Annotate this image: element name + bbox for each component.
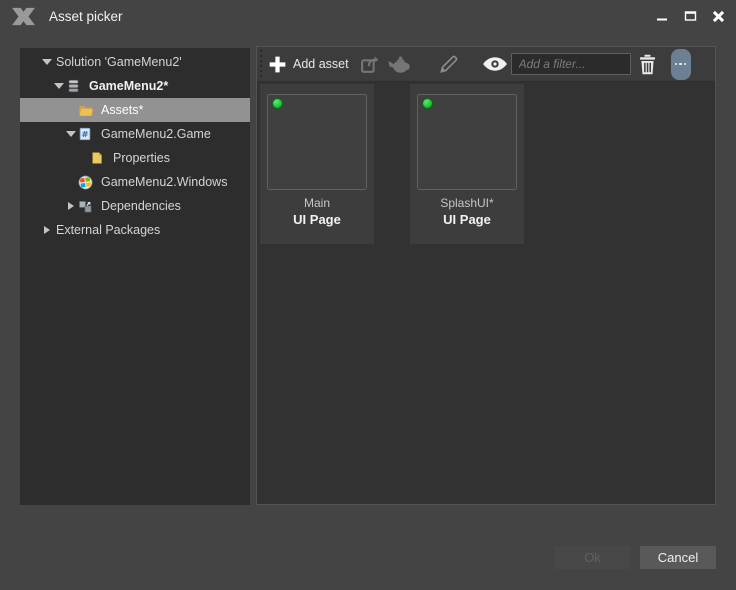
tree-item-label: Solution 'GameMenu2' [54, 55, 182, 69]
tree-item-solution[interactable]: Solution 'GameMenu2' [20, 50, 250, 74]
expander-down-icon[interactable] [64, 127, 78, 141]
teapot-icon[interactable] [387, 55, 413, 74]
tree-item-gamemenu2-package[interactable]: GameMenu2* [20, 74, 250, 98]
tree-item-properties[interactable]: Properties [20, 146, 250, 170]
asset-name: Main [260, 196, 374, 210]
ok-button[interactable]: Ok [555, 546, 630, 569]
expander-right-icon[interactable] [64, 199, 78, 213]
plus-icon [268, 55, 287, 74]
asset-view-panel: Add asset [256, 46, 716, 505]
minimize-button[interactable] [648, 2, 676, 30]
tree-item-dependencies[interactable]: Dependencies [20, 194, 250, 218]
svg-text:#: # [82, 129, 89, 139]
tree-item-external-packages[interactable]: External Packages [20, 218, 250, 242]
windows-project-icon [78, 174, 96, 190]
expander-down-icon[interactable] [52, 79, 66, 93]
tree-item-label: Dependencies [99, 199, 181, 213]
add-asset-label: Add asset [293, 57, 349, 71]
properties-file-icon [90, 150, 108, 166]
asset-tile-main[interactable]: Main UI Page [260, 84, 374, 244]
toolbar-grip-handle[interactable] [259, 50, 262, 78]
edit-pencil-icon[interactable] [438, 54, 459, 75]
maximize-button[interactable] [676, 2, 704, 30]
cancel-button[interactable]: Cancel [640, 546, 716, 569]
tree-item-label: Properties [111, 151, 170, 165]
window-title: Asset picker [49, 9, 123, 24]
dependencies-icon [78, 198, 96, 214]
status-green-dot [272, 98, 283, 109]
stride-logo-icon [10, 6, 37, 27]
csharp-project-icon: # [78, 126, 96, 142]
solution-explorer-panel: Solution 'GameMenu2' GameMenu2* Assets* [20, 48, 250, 505]
asset-type: UI Page [410, 212, 524, 227]
asset-grid: Main UI Page SplashUI* UI Page [257, 82, 715, 244]
tree-item-gamemenu2-game[interactable]: # GameMenu2.Game [20, 122, 250, 146]
more-options-button[interactable] [671, 49, 691, 80]
tree-item-label: GameMenu2.Windows [99, 175, 227, 189]
package-icon [66, 78, 84, 94]
expander-spacer [64, 175, 78, 189]
tree-item-assets[interactable]: Assets* [20, 98, 250, 122]
expander-spacer [76, 151, 90, 165]
status-green-dot [422, 98, 433, 109]
expander-right-icon[interactable] [40, 223, 54, 237]
close-button[interactable] [704, 2, 732, 30]
asset-thumbnail [267, 94, 367, 190]
titlebar: Asset picker [0, 0, 736, 32]
tree-item-label: Assets* [99, 103, 143, 117]
window-controls [648, 0, 736, 32]
asset-tile-splashui[interactable]: SplashUI* UI Page [410, 84, 524, 244]
expander-spacer [64, 103, 78, 117]
tree-item-label: External Packages [54, 223, 160, 237]
asset-toolbar: Add asset [257, 47, 715, 82]
folder-open-icon [78, 102, 96, 118]
filter-input[interactable] [511, 53, 631, 75]
expander-down-icon[interactable] [40, 55, 54, 69]
trash-icon[interactable] [638, 54, 657, 75]
eye-icon[interactable] [482, 56, 508, 72]
tree-item-label: GameMenu2* [87, 79, 168, 93]
tree-item-gamemenu2-windows[interactable]: GameMenu2.Windows [20, 170, 250, 194]
asset-name: SplashUI* [410, 196, 524, 210]
add-asset-button[interactable]: Add asset [268, 55, 349, 74]
asset-type: UI Page [260, 212, 374, 227]
tree-item-label: GameMenu2.Game [99, 127, 211, 141]
add-reference-icon[interactable] [359, 53, 382, 76]
asset-thumbnail [417, 94, 517, 190]
